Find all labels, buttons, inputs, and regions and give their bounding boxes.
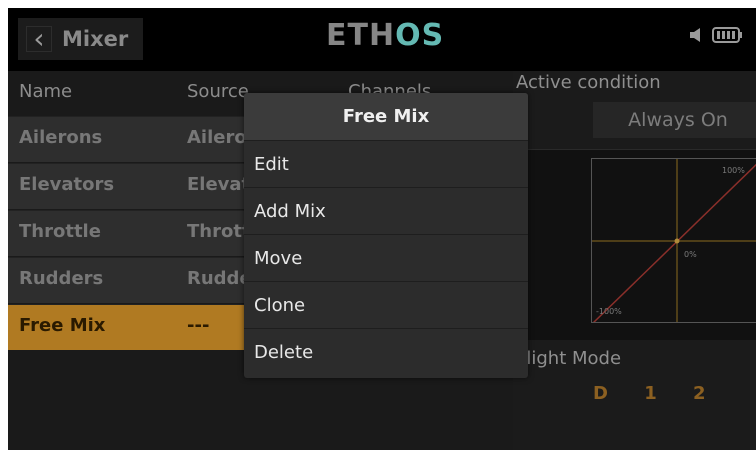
back-button[interactable]: ‹ Mixer — [18, 18, 143, 60]
chevron-left-icon: ‹ — [26, 25, 52, 53]
active-condition-button[interactable]: Always On — [593, 102, 756, 138]
menu-item-add-mix[interactable]: Add Mix — [244, 187, 528, 234]
curve-preview: 100% 0% -100% — [513, 149, 756, 340]
curve-svg: 100% 0% -100% — [592, 159, 756, 322]
column-header-name: Name — [19, 81, 73, 102]
flight-mode-2: 2 — [693, 383, 706, 404]
menu-item-clone[interactable]: Clone — [244, 281, 528, 328]
row-name: Free Mix — [19, 315, 106, 336]
logo-text-accent: OS — [395, 18, 445, 53]
row-source: --- — [187, 315, 210, 336]
page-title: Mixer — [62, 27, 129, 51]
flight-mode-label: Flight Mode — [516, 348, 622, 369]
context-menu: Free Mix Edit Add Mix Move Clone Delete — [244, 93, 528, 378]
column-header-source: Source — [187, 81, 249, 102]
battery-icon[interactable] — [712, 26, 744, 44]
status-icons — [688, 26, 744, 44]
logo-text-main: ETH — [326, 18, 396, 53]
row-name: Rudders — [19, 268, 104, 289]
curve-label-mid: 0% — [684, 250, 697, 259]
flight-mode-values: D 1 2 — [593, 383, 722, 404]
top-bar: ‹ Mixer ETHOS — [8, 8, 756, 71]
menu-item-edit[interactable]: Edit — [244, 140, 528, 187]
row-name: Ailerons — [19, 127, 103, 148]
curve-label-bottom: -100% — [596, 307, 622, 316]
context-menu-title: Free Mix — [244, 93, 528, 140]
curve-graph: 100% 0% -100% — [591, 158, 756, 323]
mix-details-panel: Active condition Always On 100% 0% -100%… — [513, 71, 756, 450]
flight-mode-1: 1 — [644, 383, 657, 404]
curve-label-top: 100% — [722, 166, 745, 175]
row-name: Throttle — [19, 221, 101, 242]
active-condition-label: Active condition — [516, 72, 661, 93]
ethos-logo: ETHOS — [326, 18, 444, 53]
menu-item-delete[interactable]: Delete — [244, 328, 528, 375]
flight-mode-d: D — [593, 383, 608, 404]
speaker-icon[interactable] — [688, 26, 706, 44]
row-name: Elevators — [19, 174, 115, 195]
menu-item-move[interactable]: Move — [244, 234, 528, 281]
